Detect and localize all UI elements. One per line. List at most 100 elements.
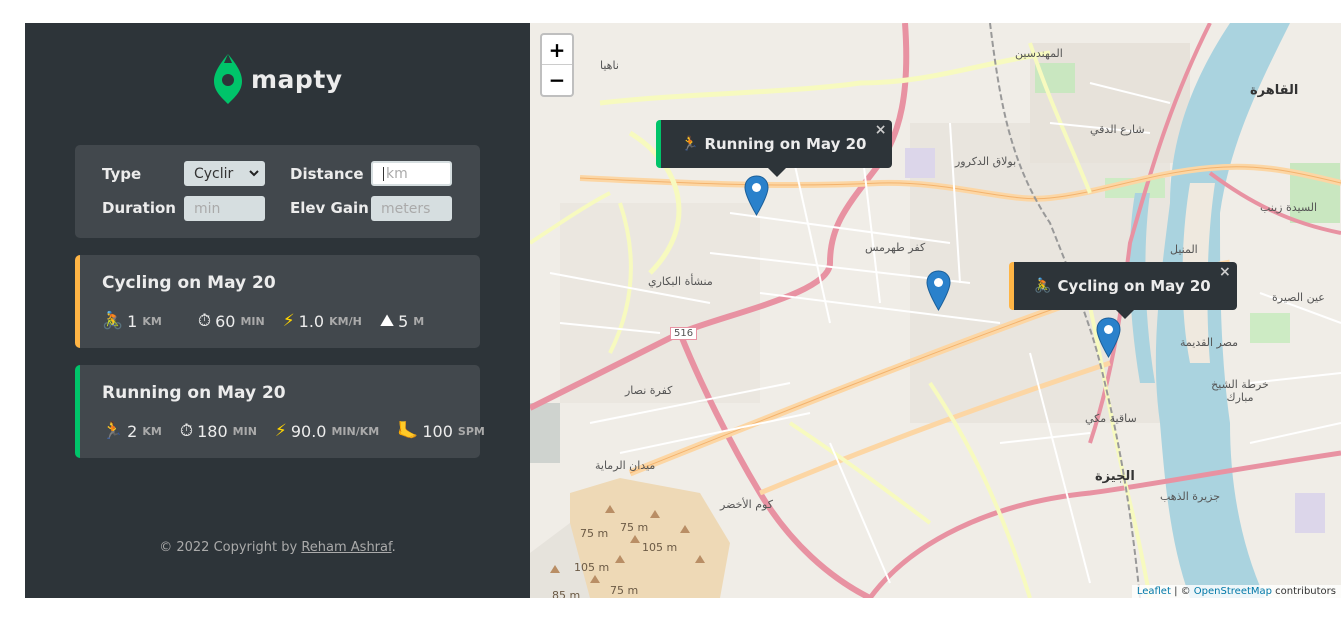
duration-input[interactable]: min	[184, 196, 265, 221]
place-label: بولاق الدكرور	[955, 155, 1017, 168]
map-marker-icon[interactable]	[1096, 317, 1121, 358]
detail-unit: m	[413, 314, 425, 328]
app-container: mapty Type Cyclir Distance km Duration m…	[25, 23, 1341, 598]
popup-text: Cycling on May 20	[1057, 277, 1211, 295]
elevation-label: 105 m	[642, 541, 678, 554]
detail-unit: spm	[457, 424, 485, 438]
logo-text: mapty	[251, 64, 343, 94]
map[interactable]: المهندسين القاهرة شارع الدقي بولاق الدكر…	[530, 23, 1341, 598]
elevation-label: 85 m	[552, 589, 581, 598]
detail-cadence: 🦶 100 spm	[397, 421, 485, 441]
place-label: كفرة نصار	[625, 384, 673, 397]
type-label: Type	[102, 165, 142, 183]
workout-title: Cycling on May 20	[102, 273, 276, 293]
place-label: المنيل	[1170, 243, 1198, 256]
detail-distance: 🏃 2 km	[102, 421, 162, 441]
elev-gain-input[interactable]: meters	[371, 196, 452, 221]
place-label: كفر طهرمس	[865, 241, 926, 254]
place-label: السيدة زينب	[1260, 201, 1318, 214]
running-popup: 🏃 Running on May 20 ×	[656, 120, 893, 177]
place-label: الجيزة	[1095, 469, 1135, 484]
place-label: شارع الدقي	[1090, 123, 1145, 136]
detail-unit: km	[142, 424, 162, 438]
chevron-down-icon	[249, 170, 259, 177]
copyright-suffix: .	[391, 540, 396, 555]
detail-unit: min	[232, 424, 257, 438]
detail-value: 1	[127, 311, 138, 331]
duration-label: Duration	[102, 199, 176, 217]
place-label: ناهيا	[600, 59, 619, 72]
zoom-out-button[interactable]: −	[542, 65, 572, 95]
type-select-value: Cyclir	[194, 165, 234, 182]
detail-value: 60	[215, 311, 236, 331]
distance-placeholder: km	[386, 165, 408, 182]
elevation-label: 75 m	[580, 527, 609, 540]
attribution-suffix: contributors	[1272, 586, 1336, 597]
detail-duration: ⏱ 180 min	[180, 421, 257, 441]
cycling-popup: 🚴 Cycling on May 20 ×	[1009, 262, 1237, 319]
workout-card-running[interactable]: Running on May 20 🏃 2 km ⏱ 180 min ⚡ 90.…	[75, 365, 485, 458]
stopwatch-icon: ⏱	[179, 421, 194, 441]
place-label: عين الصيرة	[1272, 291, 1325, 304]
detail-unit: km	[142, 314, 162, 328]
detail-value: 1.0	[298, 311, 325, 331]
detail-pace: ⚡ 90.0 min/km	[275, 421, 379, 441]
workout-form: Type Cyclir Distance km Duration min Ele…	[75, 145, 480, 238]
place-label: كوم الأخضر	[720, 498, 773, 511]
detail-distance: 🚴 1 km	[102, 311, 162, 331]
runner-icon: 🏃	[681, 136, 699, 152]
author-link[interactable]: Reham Ashraf	[301, 540, 391, 555]
duration-placeholder: min	[194, 200, 221, 217]
distance-input[interactable]: km	[371, 161, 452, 186]
logo: mapty	[213, 53, 343, 105]
detail-value: 5	[398, 311, 409, 331]
leaflet-link[interactable]: Leaflet	[1137, 586, 1171, 597]
workout-details: 🚴 1 km ⏱ 60 min ⚡ 1.0 km/h ⛰ 5 m	[102, 311, 442, 331]
map-marker-icon[interactable]	[926, 270, 951, 311]
place-label: خرطة الشيخ مبارك	[1211, 378, 1269, 404]
mountain-icon: ⛰	[379, 311, 395, 331]
place-label: ساقية مكي	[1085, 412, 1137, 425]
place-label: منشأة البكاري	[648, 275, 713, 288]
elev-gain-placeholder: meters	[381, 200, 431, 217]
place-label: جزيرة الذهب	[1160, 490, 1221, 503]
place-label: ميدان الرماية	[595, 459, 656, 472]
detail-value: 100	[422, 421, 453, 441]
bicycle-icon: 🚴	[102, 311, 124, 331]
map-pin-logo-icon	[214, 54, 242, 104]
place-label: القاهرة	[1250, 83, 1299, 98]
lightning-icon: ⚡	[282, 311, 295, 331]
bicycle-icon: 🚴	[1034, 278, 1052, 294]
lightning-icon: ⚡	[274, 421, 287, 441]
zoom-control: + −	[540, 33, 574, 97]
detail-value: 180	[197, 421, 228, 441]
place-label: مصر القديمة	[1180, 336, 1239, 349]
detail-duration: ⏱ 60 min	[198, 311, 265, 331]
elevation-label: 75 m	[620, 521, 649, 534]
foot-icon: 🦶	[397, 421, 419, 441]
stopwatch-icon: ⏱	[197, 311, 212, 331]
detail-value: 2	[127, 421, 138, 441]
close-icon[interactable]: ×	[1219, 264, 1231, 280]
zoom-in-button[interactable]: +	[542, 35, 572, 65]
popup-text: Running on May 20	[704, 135, 867, 153]
detail-elevation: ⛰ 5 m	[380, 311, 424, 331]
distance-label: Distance	[290, 165, 364, 183]
type-select[interactable]: Cyclir	[184, 161, 265, 186]
runner-icon: 🏃	[102, 421, 124, 441]
copyright-prefix: © 2022 Copyright by	[159, 540, 302, 555]
workout-card-cycling[interactable]: Cycling on May 20 🚴 1 km ⏱ 60 min ⚡ 1.0 …	[75, 255, 480, 348]
close-icon[interactable]: ×	[875, 122, 887, 138]
map-marker-icon[interactable]	[744, 175, 769, 216]
attribution-separator: | ©	[1170, 586, 1194, 597]
detail-unit: km/h	[329, 314, 362, 328]
detail-value: 90.0	[290, 421, 327, 441]
place-label: المهندسين	[1015, 47, 1063, 60]
detail-unit: min	[240, 314, 265, 328]
copyright: © 2022 Copyright by Reham Ashraf.	[25, 540, 530, 555]
elevation-label: 75 m	[610, 584, 639, 597]
detail-speed: ⚡ 1.0 km/h	[283, 311, 362, 331]
workout-details: 🏃 2 km ⏱ 180 min ⚡ 90.0 min/km 🦶 100	[102, 421, 503, 441]
sidebar: mapty Type Cyclir Distance km Duration m…	[25, 23, 530, 598]
osm-link[interactable]: OpenStreetMap	[1194, 586, 1272, 597]
